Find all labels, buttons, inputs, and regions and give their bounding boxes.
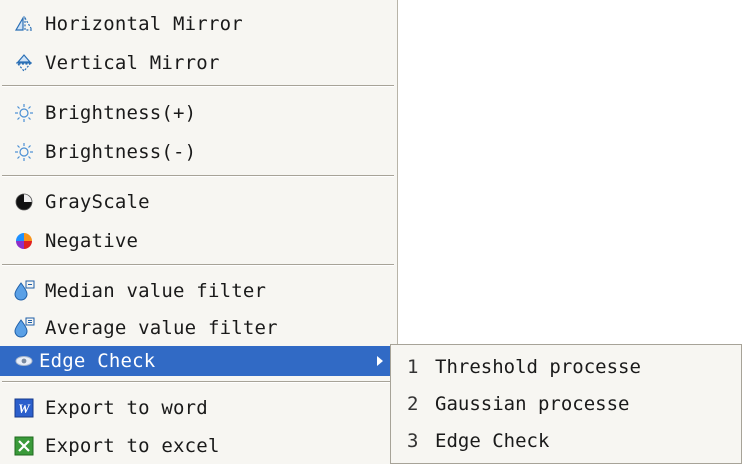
menu-item-average-filter[interactable]: Average value filter xyxy=(0,313,397,343)
submenu-item-threshold[interactable]: 1 Threshold processe xyxy=(391,350,741,384)
menu-item-median-filter[interactable]: Median value filter xyxy=(0,276,397,306)
menu-item-label: Edge Check xyxy=(39,350,156,372)
excel-icon xyxy=(13,435,35,457)
menu-separator xyxy=(2,264,394,266)
submenu-item-label: Gaussian processe xyxy=(435,393,630,415)
menu-item-grayscale[interactable]: GrayScale xyxy=(0,187,397,217)
submenu-item-label: Edge Check xyxy=(435,430,550,452)
water-drop-filter-icon xyxy=(13,317,35,339)
water-drop-filter-icon xyxy=(13,280,35,302)
submenu-item-number: 3 xyxy=(407,430,419,452)
eye-icon xyxy=(13,350,35,372)
menu-item-export-word[interactable]: W Export to word xyxy=(0,393,397,423)
menu-item-label: Brightness(-) xyxy=(45,141,197,163)
submenu-item-gaussian[interactable]: 2 Gaussian processe xyxy=(391,387,741,421)
sun-icon xyxy=(13,102,35,124)
submenu-item-number: 2 xyxy=(407,393,419,415)
word-icon: W xyxy=(13,397,35,419)
menu-item-label: Brightness(+) xyxy=(45,102,197,124)
submenu-item-label: Threshold processe xyxy=(435,356,641,378)
menu-item-label: Median value filter xyxy=(45,280,267,302)
menu-item-label: GrayScale xyxy=(45,191,150,213)
menu-item-horizontal-mirror[interactable]: Horizontal Mirror xyxy=(0,9,397,39)
menu-item-export-excel[interactable]: Export to excel xyxy=(0,431,397,461)
svg-text:W: W xyxy=(18,401,31,416)
sun-icon xyxy=(13,141,35,163)
menu-item-vertical-mirror[interactable]: Vertical Mirror xyxy=(0,48,397,78)
submenu-arrow-icon xyxy=(377,356,383,366)
menu-item-label: Horizontal Mirror xyxy=(45,13,243,35)
grayscale-icon xyxy=(13,191,35,213)
menu-item-label: Export to word xyxy=(45,397,208,419)
horizontal-mirror-icon xyxy=(13,13,35,35)
menu-separator xyxy=(2,85,394,87)
menu-item-label: Average value filter xyxy=(45,317,278,339)
submenu-item-edge-check[interactable]: 3 Edge Check xyxy=(391,424,741,458)
menu-separator xyxy=(2,381,394,383)
submenu-item-number: 1 xyxy=(407,356,419,378)
menu-item-label: Export to excel xyxy=(45,435,220,457)
color-wheel-icon xyxy=(13,230,35,252)
vertical-mirror-icon xyxy=(13,52,35,74)
menu-separator xyxy=(2,175,394,177)
menu-item-label: Negative xyxy=(45,230,139,252)
menu-item-brightness-plus[interactable]: Brightness(+) xyxy=(0,98,397,128)
menu-item-label: Vertical Mirror xyxy=(45,52,220,74)
context-menu: Horizontal Mirror Vertical Mirror Bright… xyxy=(0,0,398,464)
menu-item-negative[interactable]: Negative xyxy=(0,226,397,256)
menu-item-edge-check[interactable]: Edge Check xyxy=(0,346,397,376)
edge-check-submenu: 1 Threshold processe 2 Gaussian processe… xyxy=(390,344,742,464)
menu-item-brightness-minus[interactable]: Brightness(-) xyxy=(0,137,397,167)
